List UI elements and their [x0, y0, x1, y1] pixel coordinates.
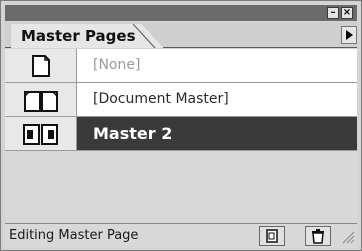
close-button[interactable]: ×	[341, 7, 353, 19]
status-bar: Editing Master Page	[5, 223, 357, 248]
panel-menu-button[interactable]	[341, 26, 357, 44]
master-pages-panel: – × Master Pages [None] [Document Master…	[0, 0, 362, 251]
delete-master-button[interactable]	[305, 226, 331, 246]
master-label: [Document Master]	[93, 91, 229, 107]
master-row-icon-cell	[5, 117, 77, 150]
master-label: [None]	[93, 57, 141, 73]
master-row-icon-cell	[5, 83, 77, 116]
new-master-button[interactable]	[259, 226, 285, 246]
spread-page-icon	[24, 91, 58, 112]
master-row-none[interactable]: [None]	[5, 49, 357, 83]
panel-title-bar[interactable]: – ×	[5, 5, 357, 21]
minimize-button[interactable]: –	[327, 7, 339, 19]
resize-grip-icon[interactable]	[341, 228, 355, 244]
master-list: [None] [Document Master] Master 2	[5, 49, 357, 222]
trash-icon	[312, 229, 324, 244]
new-page-icon	[266, 229, 278, 243]
tab-row: Master Pages	[5, 22, 357, 48]
spread-page-icon	[23, 124, 58, 145]
tab-edge-icon	[133, 24, 156, 48]
status-text: Editing Master Page	[9, 228, 139, 243]
master-row-icon-cell	[5, 49, 77, 82]
master-label: Master 2	[93, 124, 173, 143]
master-row-document[interactable]: [Document Master]	[5, 83, 357, 117]
single-page-icon	[32, 55, 50, 77]
master-row-master-2[interactable]: Master 2	[5, 117, 357, 151]
